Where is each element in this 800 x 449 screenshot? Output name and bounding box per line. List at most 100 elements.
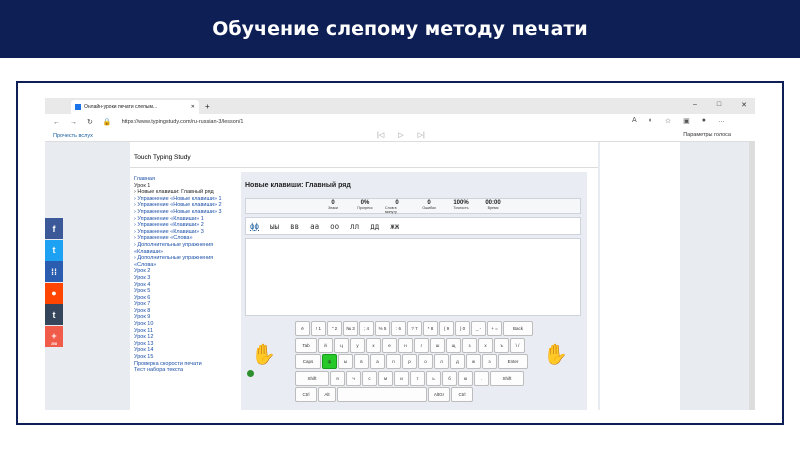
keyboard-key[interactable]: а [370, 354, 385, 369]
keyboard-key[interactable]: _ - [471, 321, 486, 336]
nav-item[interactable]: › Упражнение «Клавиши» 3 [134, 229, 234, 236]
nav-item[interactable]: › Упражнение «Новые клавиши» 3 [134, 209, 234, 216]
keyboard-key[interactable]: к [366, 337, 381, 353]
nav-item[interactable]: › Новые клавиши: Главный ряд [134, 189, 234, 196]
nav-item[interactable]: › Упражнение «Новые клавиши» 2 [134, 202, 234, 209]
keyboard-key[interactable]: ш [430, 337, 445, 353]
keyboard-key[interactable]: з [462, 337, 477, 353]
nav-item[interactable]: Урок 11 [134, 328, 234, 335]
nav-item[interactable]: Урок 8 [134, 308, 234, 315]
keyboard-key[interactable]: л [434, 354, 449, 369]
brand[interactable]: Touch Typing Study [134, 154, 191, 161]
read-aloud-label[interactable]: Прочесть вслух [53, 133, 93, 139]
keyboard-key[interactable]: ? 7 [407, 321, 422, 336]
keyboard-key[interactable]: и [394, 370, 409, 386]
next-icon[interactable]: ▷| [418, 131, 425, 139]
keyboard-key[interactable]: п [386, 354, 401, 369]
keyboard-key[interactable]: Ctrl [295, 387, 317, 402]
keyboard-key[interactable]: в [354, 354, 369, 369]
nav-item[interactable]: › Упражнение «Клавиши» 1 [134, 216, 234, 223]
facebook-icon[interactable]: f [45, 218, 63, 239]
apps-icon[interactable]: ⁞⁞ [45, 261, 63, 282]
back-icon[interactable]: ← [53, 119, 60, 126]
nav-item[interactable]: Урок 15 [134, 354, 234, 361]
keyboard-key[interactable]: д [450, 354, 465, 369]
nav-item[interactable]: Урок 12 [134, 334, 234, 341]
keyboard-key[interactable]: Shift [490, 370, 524, 386]
keyboard-key[interactable]: н [398, 337, 413, 353]
keyboard-key[interactable]: ц [334, 337, 349, 353]
keyboard-key[interactable]: Tab [295, 337, 317, 353]
keyboard-key[interactable]: щ [446, 337, 461, 353]
nav-item[interactable]: › Упражнение «Новые клавиши» 1 [134, 196, 234, 203]
keyboard-key[interactable]: № 3 [343, 321, 358, 336]
forward-icon[interactable]: → [70, 119, 77, 126]
play-icon[interactable]: ▷ [398, 131, 403, 139]
nav-item[interactable]: Урок 5 [134, 288, 234, 295]
keyboard-key[interactable]: " 2 [327, 321, 342, 336]
keyboard-key[interactable]: ы [338, 354, 353, 369]
nav-item[interactable]: › Упражнение «Клавиши» 2 [134, 222, 234, 229]
key-space[interactable] [337, 387, 427, 402]
voice-params[interactable]: Параметры голоса [683, 132, 731, 138]
keyboard-key[interactable]: \ / [510, 337, 525, 353]
keyboard-key[interactable]: ё [295, 321, 310, 336]
nav-item[interactable]: Урок 10 [134, 321, 234, 328]
keyboard-key[interactable]: : 6 [391, 321, 406, 336]
keyboard-key[interactable]: ю [458, 370, 473, 386]
keyboard-key[interactable]: % 5 [375, 321, 390, 336]
tab-active[interactable]: Онлайн-уроки печати слепым... ✕ [71, 100, 199, 114]
tumblr-icon[interactable]: t [45, 304, 63, 325]
favorites-icon[interactable]: ☆ [665, 117, 671, 125]
nav-item[interactable]: Тест набора текста [134, 367, 234, 374]
keyboard-key[interactable]: . [474, 370, 489, 386]
maximize-button[interactable]: □ [717, 101, 721, 109]
keyboard-key[interactable]: т [410, 370, 425, 386]
read-aloud-icon[interactable]: A [632, 117, 637, 125]
keyboard-key[interactable]: ф [322, 354, 337, 369]
prev-icon[interactable]: |◁ [377, 131, 384, 139]
more-icon[interactable]: … [718, 117, 725, 125]
refresh-icon[interactable]: ↻ [87, 118, 93, 126]
page-scrollbar[interactable] [749, 142, 755, 410]
keyboard-key[interactable]: я [330, 370, 345, 386]
keyboard-key[interactable]: ! 1 [311, 321, 326, 336]
nav-item[interactable]: Урок 2 [134, 268, 234, 275]
extension-icon[interactable]: ◐ [649, 117, 653, 125]
keyboard-key[interactable]: ( 9 [439, 321, 454, 336]
share-icon[interactable]: +208 [45, 325, 63, 347]
minimize-button[interactable]: – [693, 101, 697, 109]
keyboard-key[interactable]: ч [346, 370, 361, 386]
keyboard-key[interactable]: Shift [295, 370, 329, 386]
nav-item[interactable]: › Упражнение «Слова» [134, 235, 234, 242]
profile-icon[interactable]: ● [702, 117, 706, 125]
keyboard-key[interactable]: AltGr [428, 387, 450, 402]
keyboard-key[interactable]: э [482, 354, 497, 369]
url-field[interactable]: https://www.typingstudy.com/ru-russian-3… [122, 119, 244, 125]
keyboard-key[interactable]: й [318, 337, 333, 353]
keyboard-key[interactable]: г [414, 337, 429, 353]
nav-item[interactable]: Урок 6 [134, 295, 234, 302]
close-window-button[interactable]: ✕ [741, 101, 747, 109]
nav-item[interactable]: › Дополнительные упражнения «Слова» [134, 255, 234, 268]
nav-item[interactable]: › Дополнительные упражнения «Клавиши» [134, 242, 234, 255]
nav-item[interactable]: Главная [134, 176, 234, 183]
nav-item[interactable]: Урок 3 [134, 275, 234, 282]
keyboard-key[interactable]: Ctrl [451, 387, 473, 402]
keyboard-key[interactable]: ь [426, 370, 441, 386]
keyboard-key[interactable]: м [378, 370, 393, 386]
typing-input[interactable] [245, 238, 581, 316]
keyboard-key[interactable]: * 8 [423, 321, 438, 336]
nav-item[interactable]: Урок 9 [134, 314, 234, 321]
keyboard-key[interactable]: с [362, 370, 377, 386]
keyboard-key[interactable]: ; 4 [359, 321, 374, 336]
keyboard-key[interactable]: б [442, 370, 457, 386]
keyboard-key[interactable]: о [418, 354, 433, 369]
keyboard-key[interactable]: х [478, 337, 493, 353]
nav-item[interactable]: Урок 4 [134, 282, 234, 289]
keyboard-key[interactable]: + = [487, 321, 502, 336]
twitter-icon[interactable]: t [45, 239, 63, 261]
nav-item[interactable]: Урок 7 [134, 301, 234, 308]
keyboard-key[interactable]: ) 0 [455, 321, 470, 336]
keyboard-key[interactable]: р [402, 354, 417, 369]
